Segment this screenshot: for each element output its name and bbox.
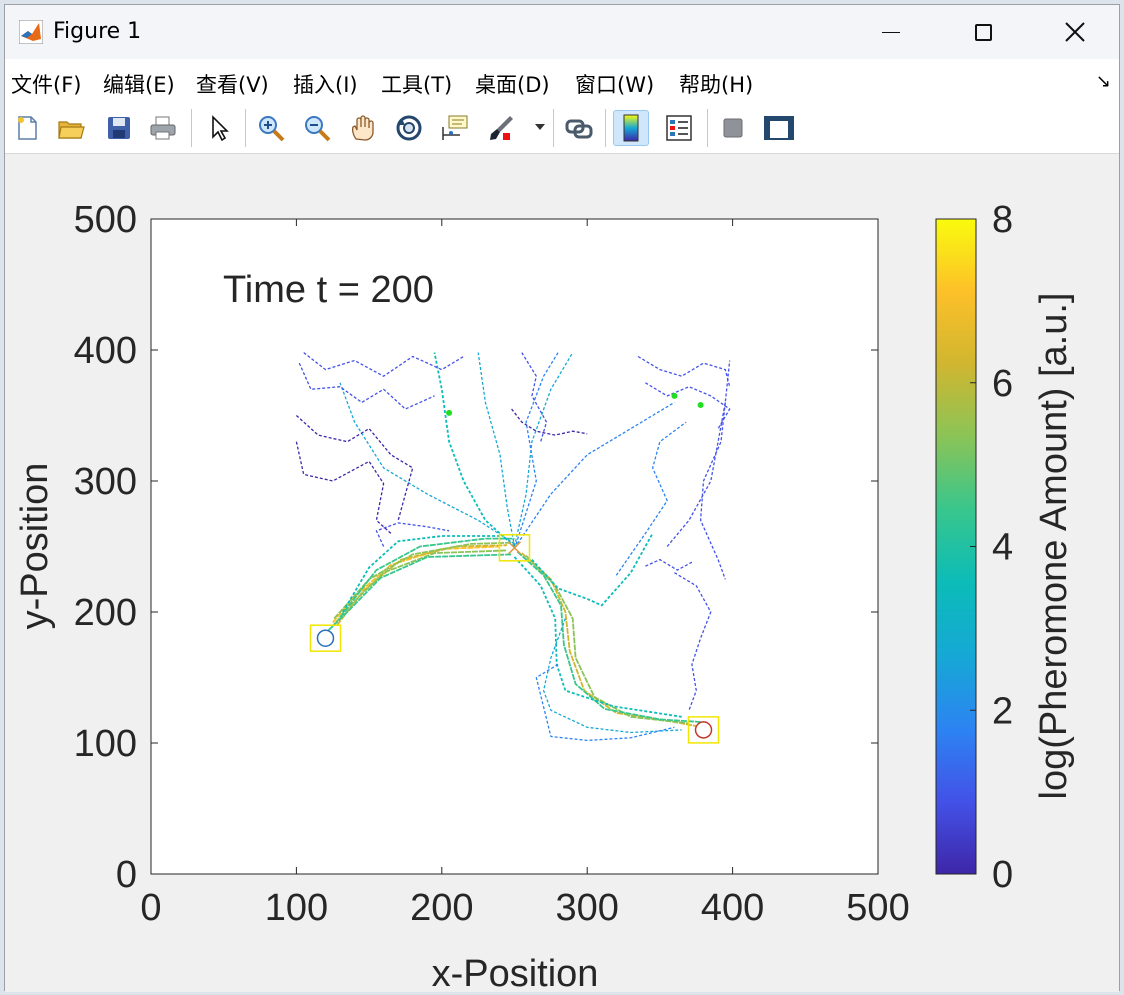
rotate-3d-icon[interactable]: [391, 110, 427, 146]
figure-svg: 0 100 200 300 400 500 0 100 200 300 400 500 Time t…: [14, 199, 1075, 992]
window-title: Figure 1: [53, 19, 142, 44]
menu-expand-icon[interactable]: ↘: [1096, 71, 1111, 92]
x-tick-label: 200: [410, 887, 473, 929]
toolbar-separator: [191, 109, 192, 147]
link-plot-icon[interactable]: [561, 110, 597, 146]
colorbar-tick-label: 0: [992, 854, 1013, 896]
toolbar-separator: [245, 109, 246, 147]
new-figure-icon[interactable]: [9, 110, 45, 146]
save-icon[interactable]: [101, 110, 137, 146]
toolbar-separator: [553, 109, 554, 147]
title-bar: Figure 1: [5, 5, 1119, 59]
toolbar-separator: [707, 109, 708, 147]
menu-bar: 文件(F) 编辑(E) 查看(V) 插入(I) 工具(T) 桌面(D) 窗口(W…: [5, 59, 1119, 103]
minimize-icon: [882, 31, 900, 33]
brush-dropdown-icon[interactable]: [531, 110, 549, 146]
maximize-icon: [974, 23, 992, 41]
colorbar-label: log(Pheromone Amount) [a.u.]: [1033, 293, 1075, 800]
figure-canvas: 0 100 200 300 400 500 0 100 200 300 400 500 Time t…: [5, 154, 1119, 992]
colorbar-tick-label: 6: [992, 363, 1013, 405]
figure-window: Figure 1 文件(F) 编辑(E) 查看(V) 插入(I) 工具(T) 桌…: [4, 4, 1120, 992]
x-tick-label: 500: [846, 887, 909, 929]
x-axis-label: x-Position: [432, 953, 599, 992]
data-cursor-icon[interactable]: [437, 110, 473, 146]
show-plot-tools-icon[interactable]: [761, 110, 797, 146]
toolbar-separator: [605, 109, 606, 147]
hide-plot-tools-icon[interactable]: [715, 110, 751, 146]
minimize-button[interactable]: [845, 5, 937, 59]
x-tick-label: 400: [701, 887, 764, 929]
pan-hand-icon[interactable]: [345, 110, 381, 146]
menu-insert[interactable]: 插入(I): [293, 69, 358, 99]
legend-icon[interactable]: [661, 110, 697, 146]
toolbar: [5, 103, 1119, 154]
colorbar-tick-label: 8: [992, 199, 1013, 241]
green-dot: [671, 392, 678, 399]
open-file-icon[interactable]: [53, 110, 89, 146]
time-annotation: Time t = 200: [223, 269, 434, 311]
menu-window[interactable]: 窗口(W): [575, 69, 654, 99]
colorbar-tick-label: 4: [992, 527, 1013, 569]
matlab-logo-icon: [19, 20, 43, 44]
menu-tools[interactable]: 工具(T): [381, 69, 452, 99]
green-dot: [697, 402, 704, 409]
y-tick-label: 300: [74, 461, 137, 503]
print-icon[interactable]: [145, 110, 181, 146]
close-icon: [1065, 22, 1085, 42]
y-tick-label: 0: [116, 854, 137, 896]
menu-view[interactable]: 查看(V): [196, 69, 269, 99]
close-button[interactable]: [1029, 5, 1121, 59]
x-tick-label: 0: [140, 887, 161, 929]
menu-file[interactable]: 文件(F): [11, 69, 81, 99]
brush-icon[interactable]: [483, 110, 519, 146]
menu-edit[interactable]: 编辑(E): [103, 69, 175, 99]
menu-help[interactable]: 帮助(H): [679, 69, 753, 99]
y-tick-label: 400: [74, 330, 137, 372]
maximize-button[interactable]: [937, 5, 1029, 59]
x-tick-label: 100: [265, 887, 328, 929]
x-tick-label: 300: [555, 887, 618, 929]
y-tick-label: 100: [74, 723, 137, 765]
green-dot: [446, 409, 453, 416]
colorbar-icon[interactable]: [613, 110, 649, 146]
menu-desktop[interactable]: 桌面(D): [475, 69, 550, 99]
y-tick-label: 500: [74, 199, 137, 241]
zoom-out-icon[interactable]: [299, 110, 335, 146]
zoom-in-icon[interactable]: [253, 110, 289, 146]
y-tick-label: 200: [74, 592, 137, 634]
y-axis-label: y-Position: [14, 463, 56, 630]
colorbar-tick-label: 2: [992, 690, 1013, 732]
select-arrow-icon[interactable]: [201, 110, 237, 146]
